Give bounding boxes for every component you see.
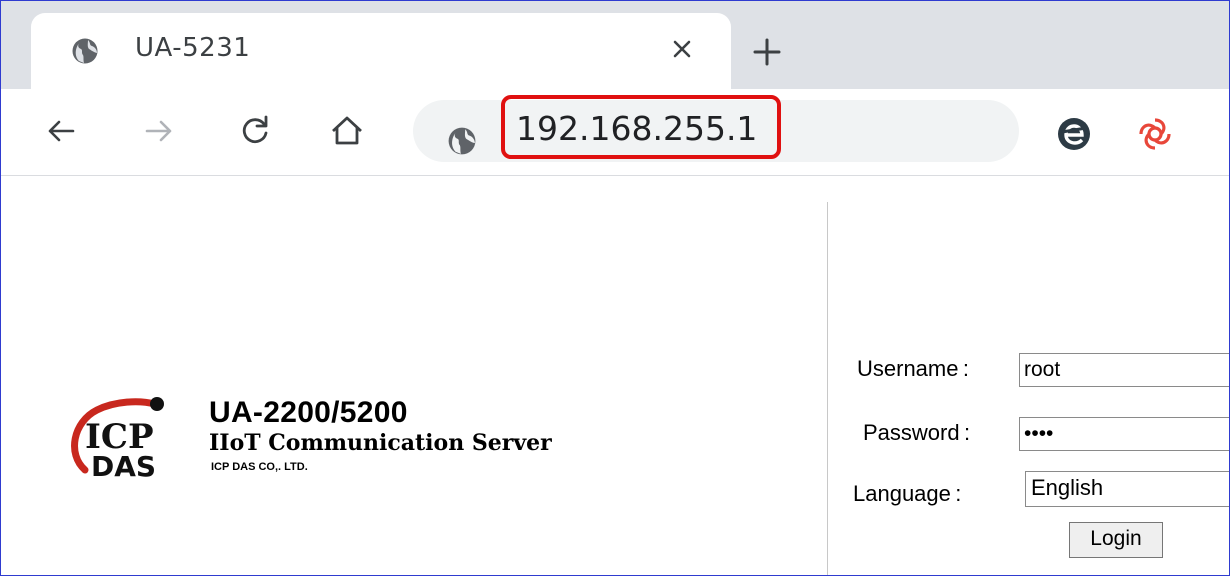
- tab-title: UA-5231: [135, 33, 251, 63]
- icp-das-logo: ICP DAS: [71, 397, 164, 483]
- swirl-extension-icon[interactable]: [1136, 115, 1174, 153]
- browser-tab[interactable]: UA-5231: [31, 13, 731, 89]
- reload-icon[interactable]: [235, 111, 275, 151]
- toolbar: 192.168.255.1: [1, 89, 1229, 176]
- globe-icon[interactable]: [447, 126, 477, 156]
- globe-icon: [72, 38, 98, 64]
- password-field[interactable]: [1019, 417, 1229, 451]
- e-extension-icon[interactable]: [1057, 117, 1091, 151]
- login-button[interactable]: Login: [1069, 522, 1163, 558]
- vertical-divider: [827, 202, 828, 575]
- back-arrow-icon[interactable]: [41, 111, 81, 151]
- home-icon[interactable]: [327, 111, 367, 151]
- url-text[interactable]: 192.168.255.1: [516, 109, 757, 148]
- product-name: UA-2200/5200: [209, 396, 408, 429]
- tab-strip: UA-5231: [1, 1, 1229, 89]
- password-label: Password :: [863, 420, 971, 445]
- username-field[interactable]: [1019, 353, 1229, 387]
- logo-text-das: DAS: [91, 450, 156, 483]
- product-subtitle: IIoT Communication Server: [209, 430, 552, 456]
- close-icon[interactable]: [668, 35, 696, 63]
- plus-icon[interactable]: [749, 34, 785, 70]
- browser-window: UA-5231 192.168.255.1 ICP DAS UA-2200/52…: [0, 0, 1230, 576]
- language-label: Language :: [853, 481, 962, 506]
- page-content: ICP DAS UA-2200/5200 IIoT Communication …: [1, 176, 1229, 575]
- language-select[interactable]: English: [1025, 471, 1229, 507]
- company-name: ICP DAS CO,. LTD.: [211, 461, 308, 473]
- username-label: Username :: [857, 356, 969, 381]
- forward-arrow-icon[interactable]: [139, 111, 179, 151]
